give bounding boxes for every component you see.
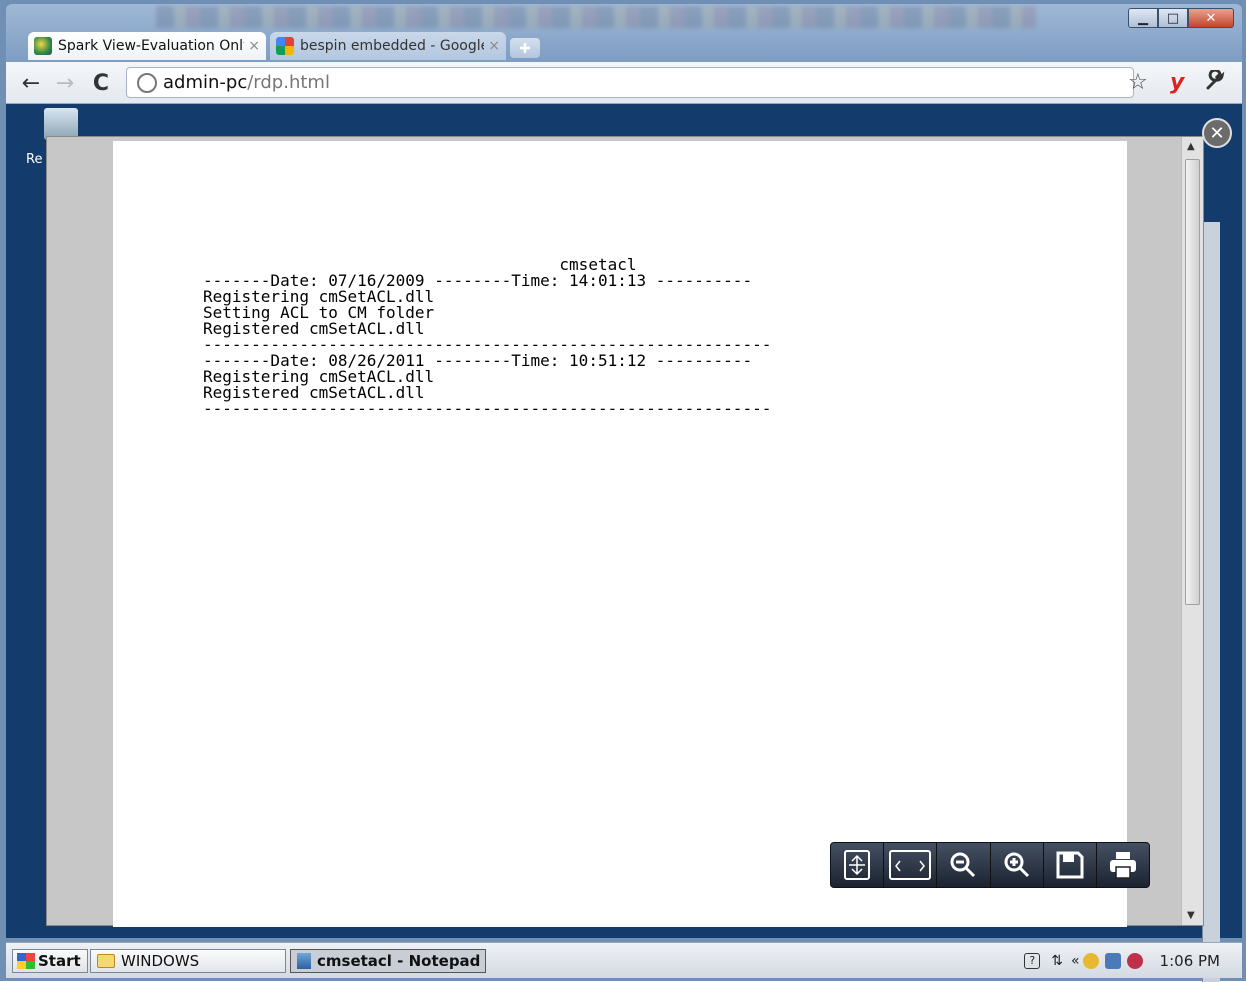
help-icon[interactable]: ? bbox=[1024, 953, 1041, 969]
globe-icon bbox=[137, 72, 157, 93]
new-tab-button[interactable] bbox=[510, 38, 540, 58]
windows-taskbar: Start WINDOWS cmsetacl - Notepad ? ⇅ « 1… bbox=[6, 942, 1242, 978]
close-window-button[interactable]: ✕ bbox=[1188, 8, 1234, 28]
fit-page-button[interactable] bbox=[831, 843, 885, 887]
scroll-up-arrow-icon[interactable]: ▲ bbox=[1187, 141, 1195, 152]
viewer-toolbar bbox=[830, 842, 1150, 888]
print-button[interactable] bbox=[1097, 843, 1149, 887]
system-tray: ? ⇅ « 1:06 PM bbox=[1021, 948, 1236, 974]
tab-close-icon[interactable]: × bbox=[248, 38, 260, 54]
extension-y-icon[interactable]: y bbox=[1170, 70, 1184, 95]
save-button[interactable] bbox=[1044, 843, 1097, 887]
window-title-blur bbox=[156, 6, 1036, 28]
tab-label: bespin embedded - Google bbox=[300, 38, 485, 54]
zoom-in-button[interactable] bbox=[991, 843, 1044, 887]
tab-spark-view[interactable]: Spark View-Evaluation Only × bbox=[28, 32, 266, 60]
network-icon[interactable]: ⇅ bbox=[1051, 953, 1063, 969]
tab-label: Spark View-Evaluation Only bbox=[58, 38, 245, 54]
scroll-down-arrow-icon[interactable]: ▼ bbox=[1187, 910, 1195, 921]
address-bar[interactable]: admin-pc/rdp.html bbox=[126, 67, 1134, 98]
fit-width-button[interactable] bbox=[884, 843, 938, 887]
close-viewer-button[interactable]: ✕ bbox=[1202, 118, 1232, 148]
zoom-out-button[interactable] bbox=[937, 843, 991, 887]
clock: 1:06 PM bbox=[1159, 952, 1220, 970]
doc-separator: ----------------------------------------… bbox=[203, 399, 772, 418]
google-favicon-icon bbox=[276, 37, 294, 55]
back-button[interactable]: ← bbox=[18, 70, 44, 96]
tray-chevron-icon[interactable]: « bbox=[1071, 953, 1080, 969]
recycle-bin-label: Re bbox=[26, 152, 43, 167]
print-preview-viewer: cmsetacl -------Date: 07/16/2009 -------… bbox=[46, 136, 1204, 927]
url-path: /rdp.html bbox=[247, 72, 330, 93]
scroll-thumb[interactable] bbox=[1185, 159, 1200, 605]
url-host: admin-pc bbox=[163, 72, 248, 93]
tab-close-icon[interactable]: × bbox=[488, 38, 500, 54]
maximize-button[interactable]: □ bbox=[1158, 8, 1188, 28]
taskbar-item-label: WINDOWS bbox=[121, 952, 200, 970]
reload-button[interactable]: C bbox=[88, 70, 114, 96]
spark-favicon-icon bbox=[34, 37, 52, 55]
start-label: Start bbox=[38, 952, 81, 970]
minimize-button[interactable]: ▁ bbox=[1128, 8, 1158, 28]
document-page: cmsetacl -------Date: 07/16/2009 -------… bbox=[113, 141, 1127, 927]
start-button[interactable]: Start bbox=[12, 949, 88, 973]
printer-icon bbox=[1109, 852, 1136, 879]
taskbar-item-windows[interactable]: WINDOWS bbox=[90, 949, 286, 973]
taskbar-item-label: cmsetacl - Notepad bbox=[317, 952, 481, 970]
forward-button[interactable]: → bbox=[52, 70, 78, 96]
tab-bespin[interactable]: bespin embedded - Google × bbox=[270, 32, 506, 60]
network-monitor-icon[interactable] bbox=[1104, 953, 1121, 969]
windows-flag-icon bbox=[17, 953, 35, 969]
zoom-out-icon bbox=[950, 852, 976, 878]
browser-toolbar: ← → C admin-pc/rdp.html ☆ y bbox=[6, 62, 1242, 104]
screen: ▁ □ ✕ Spark View-Evaluation Only × bespi… bbox=[0, 0, 1246, 982]
wrench-icon[interactable] bbox=[1204, 68, 1226, 98]
folder-icon bbox=[97, 954, 115, 968]
security-shield-icon[interactable] bbox=[1082, 953, 1099, 969]
fit-page-icon bbox=[844, 850, 871, 880]
notepad-icon bbox=[297, 953, 311, 969]
taskbar-item-notepad[interactable]: cmsetacl - Notepad bbox=[290, 949, 486, 973]
antivirus-icon[interactable] bbox=[1126, 953, 1143, 969]
notepad-window-edge bbox=[1202, 222, 1220, 982]
save-disk-icon bbox=[1056, 851, 1084, 879]
plus-icon bbox=[520, 43, 530, 53]
viewer-scrollbar[interactable]: ▲ ▼ bbox=[1181, 137, 1203, 925]
remote-desktop[interactable]: Re cmsetacl -------Date: 07/16/2009 ----… bbox=[6, 104, 1242, 982]
zoom-in-icon bbox=[1004, 852, 1029, 878]
wrench-shape bbox=[1206, 68, 1225, 90]
window-controls: ▁ □ ✕ bbox=[1128, 8, 1234, 28]
fit-width-icon bbox=[889, 850, 932, 880]
bookmark-star-icon[interactable]: ☆ bbox=[1128, 70, 1148, 95]
